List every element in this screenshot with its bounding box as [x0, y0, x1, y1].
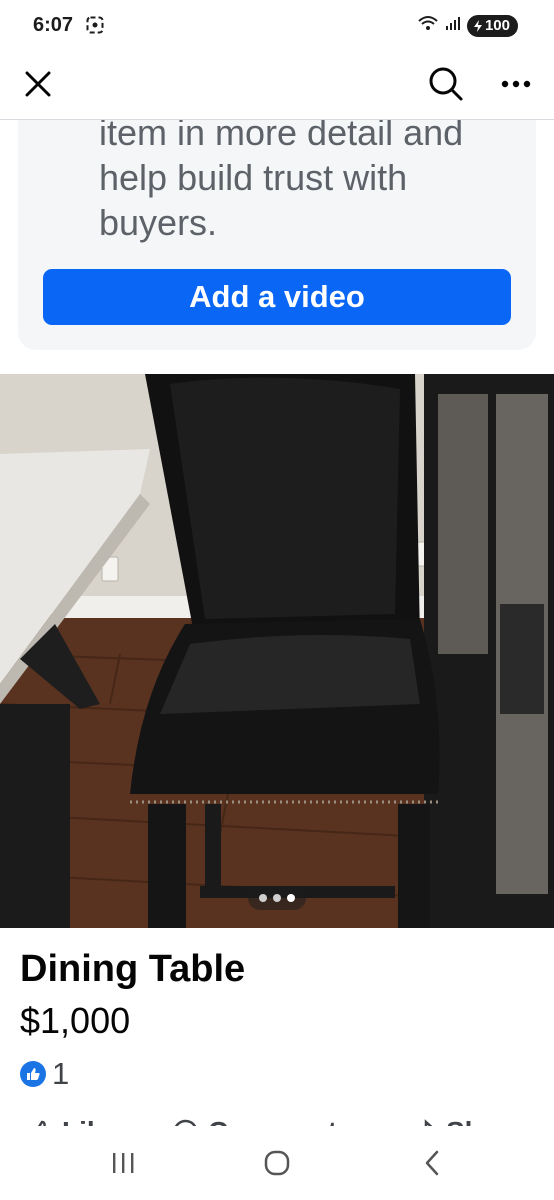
wifi-icon [417, 14, 439, 37]
status-time: 6:07 [33, 14, 74, 36]
like-button[interactable]: Like [28, 1116, 118, 1126]
add-video-button[interactable]: Add a video [43, 269, 511, 325]
share-icon [424, 1119, 433, 1126]
close-button-overlay[interactable] [14, 60, 62, 108]
share-label: Share [446, 1116, 524, 1126]
recent-apps-button[interactable] [93, 1138, 153, 1188]
more-horizontal-icon [501, 80, 531, 88]
listing-photo[interactable] [0, 374, 554, 928]
video-card-description: item in more detail and help build trust… [99, 112, 464, 243]
system-nav-bar [0, 1126, 554, 1200]
listing-title: Dining Table [20, 948, 246, 990]
back-button[interactable] [402, 1138, 462, 1188]
reactions-summary[interactable]: 1 [20, 1056, 69, 1092]
status-indicators: 100 [417, 14, 518, 37]
battery-saver-icon [473, 19, 482, 32]
search-icon [429, 67, 463, 101]
close-icon [25, 71, 51, 97]
battery-level: 100 [484, 17, 510, 34]
top-bar-controls [0, 52, 554, 120]
comment-icon [174, 1119, 197, 1126]
battery-indicator: 100 [466, 14, 518, 37]
like-icon [38, 1120, 46, 1126]
home-icon [264, 1150, 290, 1176]
recent-apps-icon [113, 1153, 134, 1173]
signal-icon [445, 15, 461, 36]
add-video-card: item in more detail and help build trust… [18, 100, 536, 350]
home-button[interactable] [247, 1138, 307, 1188]
screenshot-notification-icon [86, 16, 104, 34]
carousel-dot [259, 894, 267, 902]
status-bar: 6:07 100 [0, 0, 554, 52]
actions-row: Like Comment Share [0, 1108, 554, 1126]
share-button[interactable]: Share [410, 1116, 524, 1126]
carousel-dot [273, 894, 281, 902]
like-label: Like [62, 1116, 118, 1126]
listing-price: $1,000 [20, 1000, 131, 1041]
chair-photo-illustration [0, 374, 554, 928]
comment-button[interactable]: Comment [172, 1116, 337, 1126]
search-button-overlay[interactable] [422, 60, 470, 108]
carousel-indicator [248, 886, 306, 910]
more-options-button-overlay[interactable] [492, 60, 540, 108]
back-icon [425, 1150, 439, 1176]
carousel-dot-active [287, 894, 295, 902]
reaction-count: 1 [52, 1056, 70, 1091]
comment-label: Comment [208, 1116, 337, 1126]
like-reaction-icon [20, 1061, 46, 1087]
